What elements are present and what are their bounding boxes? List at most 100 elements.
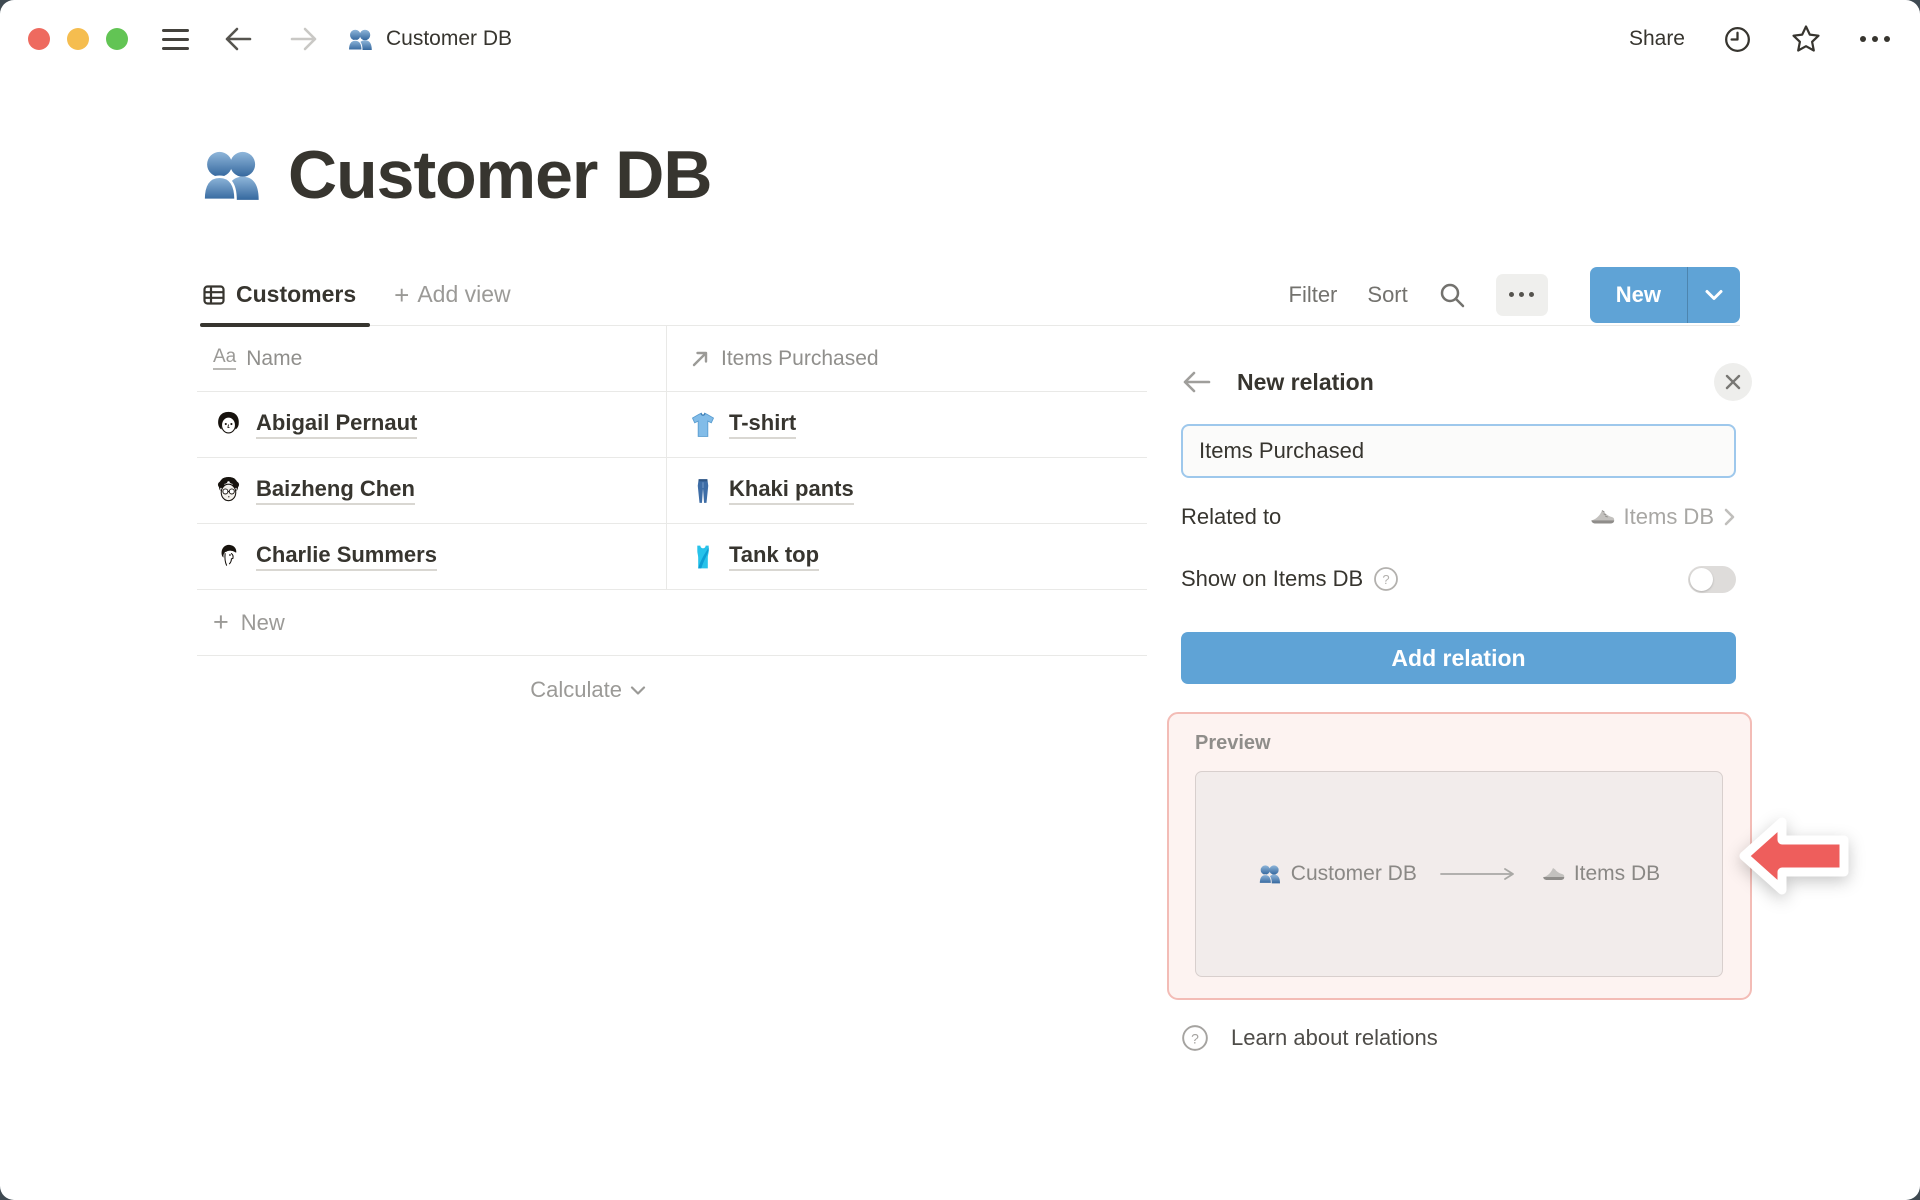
name-cell[interactable]: Abigail Pernaut [197, 392, 666, 457]
table-row: Baizheng Chen Khaki pants [197, 458, 1147, 524]
forward-button[interactable] [287, 24, 321, 54]
sidebar-menu-icon[interactable] [162, 28, 189, 50]
sneaker-icon [1543, 868, 1565, 880]
page-header: Customer DB [200, 136, 1920, 214]
record-link[interactable]: Baizheng Chen [256, 476, 415, 505]
people-icon [202, 151, 259, 202]
panel-title: New relation [1237, 368, 1374, 395]
show-on-label: Show on Items DB [1181, 566, 1364, 591]
name-cell[interactable]: Charlie Summers [197, 524, 666, 589]
favorite-star-icon[interactable] [1790, 23, 1822, 55]
panel-back-icon[interactable] [1181, 369, 1213, 395]
plus-icon: + [394, 279, 410, 310]
preview-source-chip: Customer DB [1258, 862, 1417, 886]
related-to-row: Related to Items DB [1181, 494, 1736, 540]
table-view-icon [203, 284, 225, 305]
avatar [213, 409, 244, 440]
svg-text:?: ? [1383, 572, 1390, 587]
learn-label: Learn about relations [1231, 1025, 1438, 1050]
titlebar: Customer DB Share [0, 0, 1920, 78]
name-cell[interactable]: Baizheng Chen [197, 458, 666, 523]
breadcrumb-title: Customer DB [386, 27, 513, 50]
related-to-label: Related to [1181, 504, 1282, 529]
add-view-button[interactable]: + Add view [394, 281, 511, 308]
column-header-name[interactable]: Aa Name [197, 326, 666, 391]
avatar [213, 541, 244, 572]
calculate-dropdown[interactable]: Calculate [530, 677, 646, 703]
calculate-label: Calculate [530, 677, 622, 702]
long-arrow-right-icon [1439, 868, 1514, 880]
sneaker-icon [1590, 510, 1614, 524]
learn-about-relations-link[interactable]: ? Learn about relations [1181, 1024, 1752, 1052]
relation-name-input[interactable] [1181, 424, 1736, 478]
add-view-label: Add view [417, 281, 511, 307]
zoom-window-button[interactable] [106, 28, 128, 50]
minimize-window-button[interactable] [67, 28, 89, 50]
column-label: Name [246, 346, 303, 370]
preview-target-chip: Items DB [1541, 862, 1660, 886]
table-row: Abigail Pernaut T-shirt [197, 392, 1147, 458]
tab-label: Customers [236, 281, 357, 307]
sort-button[interactable]: Sort [1367, 282, 1407, 308]
updates-clock-icon[interactable] [1723, 25, 1752, 54]
close-panel-icon[interactable] [1714, 363, 1752, 401]
people-icon [1258, 865, 1280, 884]
preview-section: Preview Customer DB Items DB [1167, 712, 1849, 1000]
tank-top-icon [697, 545, 709, 568]
preview-label: Preview [1195, 732, 1271, 754]
preview-diagram: Customer DB Items DB [1195, 771, 1723, 977]
tab-customers[interactable]: Customers [200, 264, 371, 327]
column-label: Items Purchased [721, 346, 879, 370]
jeans-icon [697, 478, 709, 503]
database-table: Aa Name Items Purchased Abigail Pernaut [197, 326, 1147, 1180]
related-to-select[interactable]: Items DB [1589, 504, 1736, 530]
title-property-icon: Aa [213, 346, 237, 370]
table-header-row: Aa Name Items Purchased [197, 326, 1147, 392]
record-link[interactable]: Khaki pants [729, 476, 854, 505]
relation-property-icon [692, 351, 708, 366]
breadcrumb[interactable]: Customer DB [347, 26, 512, 53]
close-window-button[interactable] [28, 28, 50, 50]
preview-target-label: Items DB [1573, 862, 1661, 885]
add-relation-button[interactable]: Add relation [1181, 632, 1736, 684]
more-options-icon[interactable] [1860, 36, 1890, 42]
new-relation-panel: New relation Related to Items DB [1147, 326, 1920, 1180]
preview-source-label: Customer DB [1290, 862, 1417, 885]
people-icon [347, 29, 372, 51]
relation-cell[interactable]: T-shirt [666, 392, 1147, 457]
show-on-row: Show on Items DB ? [1181, 556, 1736, 602]
svg-text:?: ? [1191, 1030, 1199, 1046]
new-row-button[interactable]: + New [197, 590, 1147, 656]
help-circle-icon: ? [1182, 1025, 1208, 1051]
chevron-right-icon [1724, 508, 1735, 526]
record-link[interactable]: Abigail Pernaut [256, 410, 418, 439]
relation-cell[interactable]: Tank top [666, 524, 1147, 589]
record-link[interactable]: Tank top [729, 542, 820, 571]
t-shirt-icon [691, 411, 715, 437]
traffic-lights [28, 28, 128, 50]
app-window: Customer DB Share Customer DB Customers … [0, 0, 1920, 1200]
plus-icon: + [213, 607, 229, 637]
share-button[interactable]: Share [1629, 27, 1685, 51]
search-icon[interactable] [1438, 281, 1466, 309]
new-record-button[interactable]: New [1589, 266, 1740, 323]
column-header-items-purchased[interactable]: Items Purchased [666, 326, 1147, 391]
avatar [213, 475, 244, 506]
related-to-value: Items DB [1623, 504, 1714, 529]
record-link[interactable]: T-shirt [729, 410, 797, 439]
back-button[interactable] [221, 24, 255, 54]
view-toolbar: Customers + Add view Filter Sort New [200, 264, 1740, 327]
record-link[interactable]: Charlie Summers [256, 542, 437, 571]
new-row-label: New [240, 609, 285, 635]
chevron-down-icon[interactable] [1687, 266, 1740, 323]
new-button-label: New [1589, 266, 1687, 323]
red-arrow-annotation [1739, 817, 1849, 895]
show-on-toggle[interactable] [1688, 565, 1736, 593]
chevron-down-icon [630, 685, 646, 695]
table-row: Charlie Summers Tank top [197, 524, 1147, 590]
relation-cell[interactable]: Khaki pants [666, 458, 1147, 523]
help-circle-icon[interactable]: ? [1373, 566, 1399, 592]
page-title[interactable]: Customer DB [288, 136, 712, 214]
view-options-icon[interactable] [1495, 273, 1548, 316]
filter-button[interactable]: Filter [1289, 282, 1338, 308]
